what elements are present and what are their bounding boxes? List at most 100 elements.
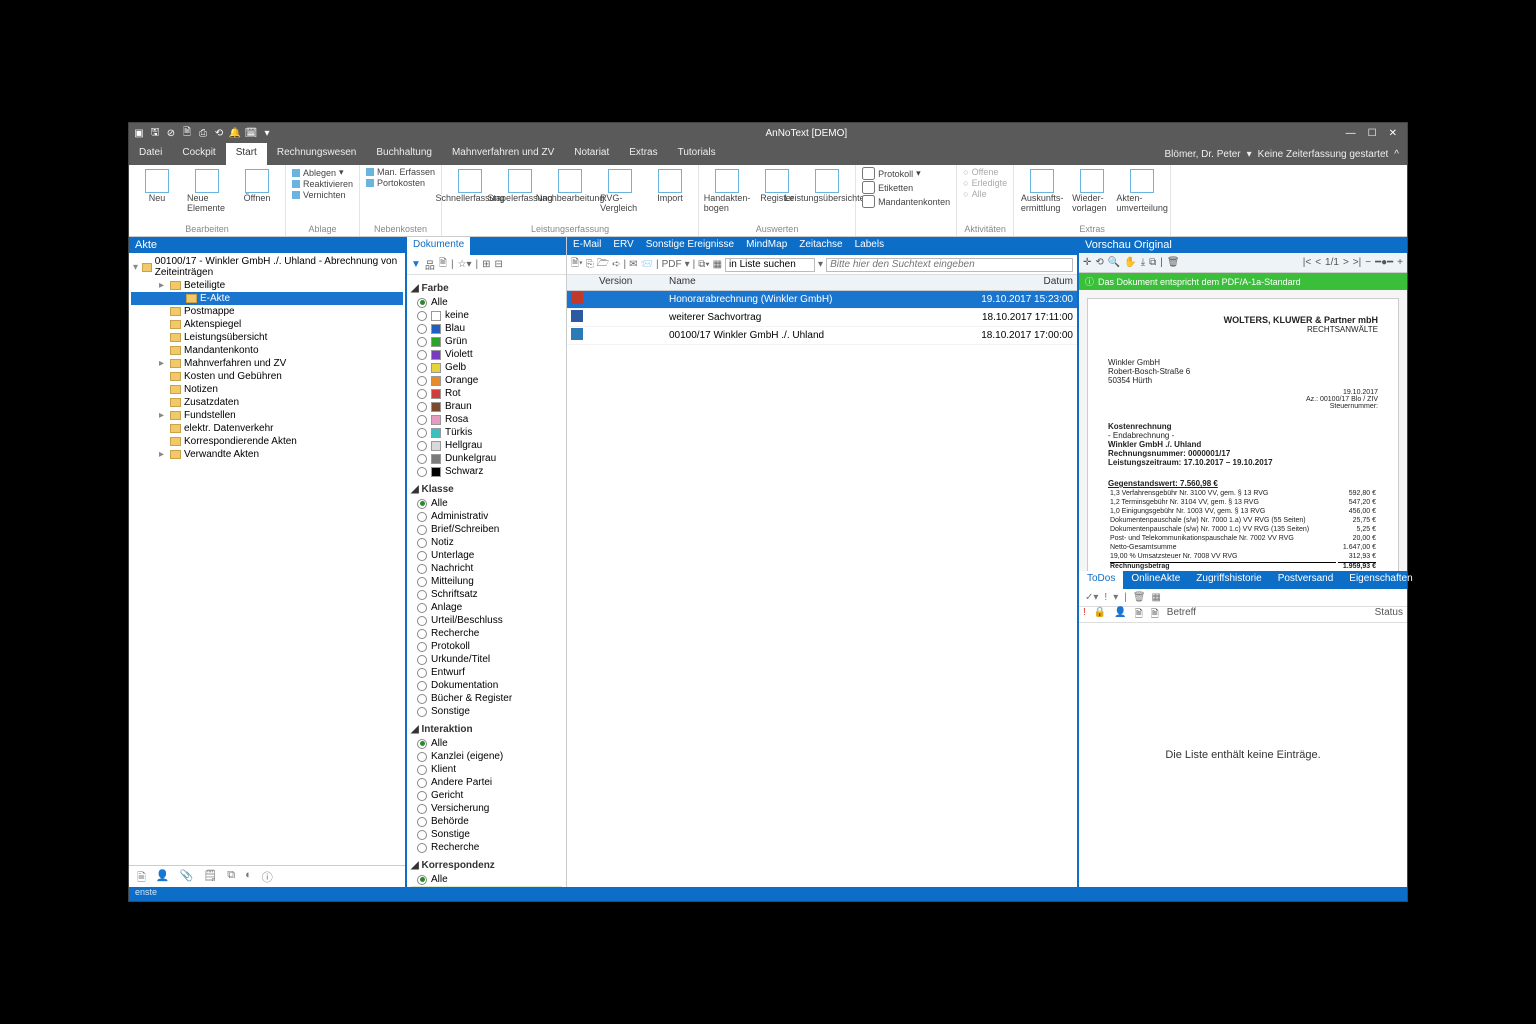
filter-option[interactable]: Dokumentation	[411, 679, 562, 692]
col-betreff[interactable]: Betreff	[1167, 607, 1367, 622]
filter-option[interactable]: Hellgrau	[411, 439, 562, 452]
chk-protokoll[interactable]: Protokoll▾	[862, 167, 950, 180]
doclist-row[interactable]: weiterer Sachvortrag18.10.2017 17:11:00	[567, 309, 1077, 327]
filter-option[interactable]: Sonstige	[411, 705, 562, 718]
dlt-new-icon[interactable]: 🗎▾	[571, 256, 583, 273]
pv-next-icon[interactable]: >	[1343, 257, 1349, 268]
rad-erledigte[interactable]: ○Erledigte	[963, 178, 1007, 188]
pv-zoom-icon[interactable]: 🔍	[1108, 257, 1120, 268]
qat-icon[interactable]: ▣	[133, 127, 145, 139]
lowtab-zugriff[interactable]: Zugriffshistorie	[1188, 571, 1269, 589]
midtab-dokumente[interactable]: Dokumente	[407, 237, 470, 255]
tree-item[interactable]: Kosten und Gebühren	[131, 370, 403, 383]
col-datum[interactable]: Datum	[957, 275, 1077, 290]
lowtab-eigenschaften[interactable]: Eigenschaften	[1341, 571, 1420, 589]
qat-block-icon[interactable]: ⊘	[165, 127, 177, 139]
dlt-send-icon[interactable]: 📨	[641, 259, 653, 270]
rad-alle[interactable]: ○Alle	[963, 189, 1007, 199]
tab-datei[interactable]: Datei	[129, 143, 172, 165]
filter-option[interactable]: Gelb	[411, 361, 562, 374]
collapse-ribbon-icon[interactable]: ^	[1394, 149, 1399, 160]
filter-option[interactable]: Rosa	[411, 413, 562, 426]
filter-doc-icon[interactable]: 🗎	[439, 256, 447, 273]
midtab-labels[interactable]: Labels	[849, 237, 890, 255]
btn-import[interactable]: Import	[648, 167, 692, 205]
tab-tutorials[interactable]: Tutorials	[668, 143, 726, 165]
btn-wiedervorlagen[interactable]: Wieder-vorlagen	[1070, 167, 1114, 215]
tree-item[interactable]: elektr. Datenverkehr	[131, 422, 403, 435]
qat-bell-icon[interactable]: 🔔	[229, 127, 241, 139]
midtab-sonstige[interactable]: Sonstige Ereignisse	[640, 237, 740, 255]
dlt-copy-icon[interactable]: ⎘	[586, 259, 594, 270]
tree-item[interactable]: ▸Beteiligte	[131, 279, 403, 292]
filter-option[interactable]: Blau	[411, 322, 562, 335]
lt-note-icon[interactable]: 🗒	[203, 869, 217, 884]
qat-more-icon[interactable]: ▾	[261, 127, 273, 139]
lt-icon[interactable]: 🗎	[137, 869, 146, 884]
filter-option[interactable]: Brief/Schreiben	[411, 523, 562, 536]
tree-item[interactable]: Aktenspiegel	[131, 318, 403, 331]
filter-option[interactable]: Violett	[411, 348, 562, 361]
qat-doc-icon[interactable]: 🗎	[181, 127, 193, 139]
tab-buchhaltung[interactable]: Buchhaltung	[366, 143, 442, 165]
btn-neu[interactable]: Neu	[135, 167, 179, 205]
pv-last-icon[interactable]: >|	[1353, 257, 1361, 268]
pv-refresh-icon[interactable]: ⟲	[1095, 257, 1103, 268]
filter-option[interactable]: Nachricht	[411, 562, 562, 575]
midtab-mindmap[interactable]: MindMap	[740, 237, 793, 255]
doclist-row[interactable]: 00100/17 Winkler GmbH ./. Uhland18.10.20…	[567, 327, 1077, 345]
filter-option[interactable]: Schriftsatz	[411, 588, 562, 601]
qat-cal-icon[interactable]: 🗓	[245, 127, 257, 139]
filter-option[interactable]: keine	[411, 309, 562, 322]
lt-grid-icon[interactable]: ▦	[1152, 592, 1161, 603]
filter-minus-icon[interactable]: ⊟	[495, 259, 503, 270]
filter-option[interactable]: Administrativ	[411, 510, 562, 523]
tree-item[interactable]: Korrespondierende Akten	[131, 435, 403, 448]
filter-star-icon[interactable]: ☆▾	[458, 259, 472, 270]
filter-option[interactable]: Orange	[411, 374, 562, 387]
search-mode[interactable]	[725, 258, 815, 272]
filter-option[interactable]: Urteil/Beschluss	[411, 614, 562, 627]
tree-item[interactable]: Notizen	[131, 383, 403, 396]
filter-option[interactable]: Klient	[411, 763, 562, 776]
tab-extras[interactable]: Extras	[619, 143, 667, 165]
qat-save-icon[interactable]: 🖫	[149, 127, 161, 139]
tab-notariat[interactable]: Notariat	[564, 143, 619, 165]
pv-del-icon[interactable]: 🗑	[1167, 257, 1180, 268]
lt-circle-icon[interactable]: ◐	[245, 869, 252, 884]
pv-first-icon[interactable]: |<	[1303, 257, 1311, 268]
btn-neue-elemente[interactable]: Neue Elemente	[185, 167, 229, 215]
pv-prev-icon[interactable]: <	[1315, 257, 1321, 268]
col-version[interactable]: Version	[595, 275, 665, 290]
filter-option[interactable]: Protokoll	[411, 640, 562, 653]
dlt-open-icon[interactable]: 🗁	[597, 256, 609, 273]
tab-rechnungswesen[interactable]: Rechnungswesen	[267, 143, 367, 165]
filter-option[interactable]: Schwarz	[411, 465, 562, 478]
btn-handaktenbogen[interactable]: Handakten-bogen	[705, 167, 749, 215]
chk-etiketten[interactable]: Etiketten	[862, 181, 950, 194]
lowtab-onlineakte[interactable]: OnlineAkte	[1123, 571, 1188, 589]
time-tracking-label[interactable]: Keine Zeiterfassung gestartet	[1258, 149, 1389, 160]
filter-option[interactable]: Behörde	[411, 815, 562, 828]
filter-plus-icon[interactable]: ⊞	[482, 259, 490, 270]
filter-option[interactable]: Alle	[411, 296, 562, 309]
tree-item[interactable]: Zusatzdaten	[131, 396, 403, 409]
tree-item[interactable]: Leistungsübersicht	[131, 331, 403, 344]
filter-option[interactable]: Unterlage	[411, 549, 562, 562]
filter-option[interactable]: Recherche	[411, 627, 562, 640]
btn-leistungsuebersichten[interactable]: Leistungsübersichten	[805, 167, 849, 205]
dlt-dup-icon[interactable]: ⧉▾	[698, 259, 709, 270]
pv-save-icon[interactable]: ⤓	[1141, 257, 1145, 268]
filter-option[interactable]: Versicherung	[411, 802, 562, 815]
filter-option[interactable]: Anlage	[411, 601, 562, 614]
tree-item[interactable]: ▸Fundstellen	[131, 409, 403, 422]
midtab-zeitachse[interactable]: Zeitachse	[793, 237, 848, 255]
tab-start[interactable]: Start	[226, 143, 267, 165]
filter-funnel-icon[interactable]: ▼	[411, 259, 421, 270]
filter-option[interactable]: Rot	[411, 387, 562, 400]
lt-person-icon[interactable]: 👤	[156, 869, 170, 884]
col-name[interactable]: Name	[665, 275, 957, 290]
lt-clip-icon[interactable]: 📎	[180, 869, 194, 884]
tree-item[interactable]: E-Akte	[131, 292, 403, 305]
pv-hand-icon[interactable]: ✋	[1124, 257, 1136, 268]
